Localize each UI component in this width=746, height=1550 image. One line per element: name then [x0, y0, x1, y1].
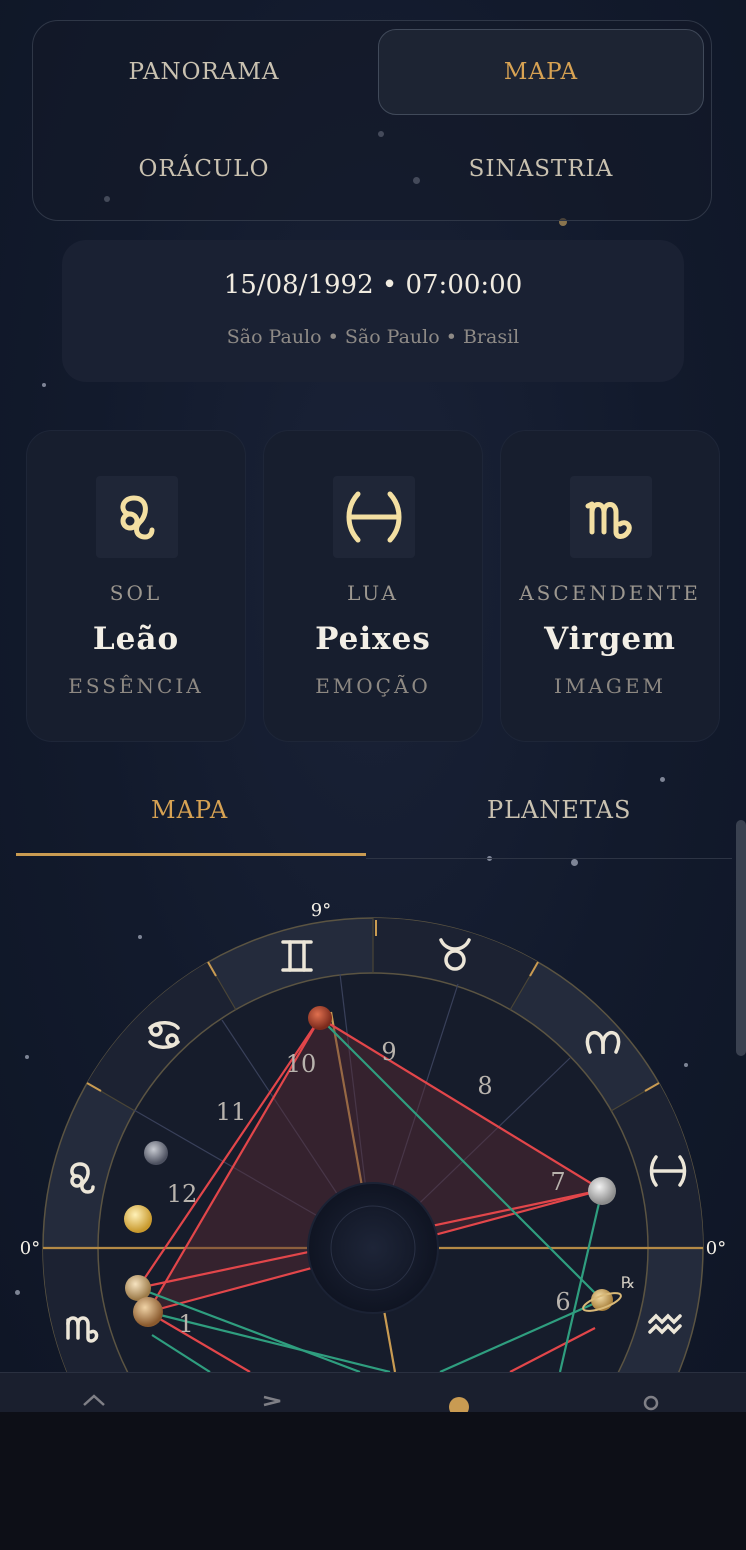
card-kind-label: ASCENDENTE [519, 581, 701, 605]
card-kind-label: LUA [347, 581, 399, 605]
house-number: 9 [381, 1038, 396, 1066]
home-icon[interactable] [80, 1391, 108, 1413]
sun-sign-card[interactable]: SOL Leão ESSÊNCIA [26, 430, 246, 742]
house-number: 6 [555, 1288, 570, 1316]
moon-icon[interactable] [588, 1177, 616, 1205]
top-degree-label: 9° [311, 900, 331, 921]
birth-info-card[interactable]: 15/08/1992 • 07:00:00 São Paulo • São Pa… [62, 240, 684, 382]
tab-active-indicator [16, 853, 366, 856]
card-sign-name: Peixes [315, 621, 431, 657]
natal-chart[interactable]: 9° 0° 0° 1 6 7 8 9 10 11 12 ℞ [0, 880, 746, 1372]
card-sign-name: Leão [92, 621, 180, 657]
card-subtitle: ESSÊNCIA [68, 674, 204, 698]
flag-icon[interactable] [258, 1391, 286, 1413]
right-degree-label: 0° [706, 1238, 726, 1259]
profile-icon[interactable] [637, 1391, 665, 1413]
card-kind-label: SOL [109, 581, 163, 605]
birth-location: São Paulo • São Paulo • Brasil [226, 326, 520, 348]
star [660, 777, 665, 782]
nav-sinastria[interactable]: SINASTRIA [378, 126, 704, 212]
leo-icon [96, 476, 178, 558]
mars-icon[interactable] [308, 1006, 332, 1030]
card-sign-name: Virgem [544, 621, 676, 657]
ascendant-sign-card[interactable]: ASCENDENTE Virgem IMAGEM [500, 430, 720, 742]
star [571, 859, 578, 866]
moon-sign-card[interactable]: LUA Peixes EMOÇÃO [263, 430, 483, 742]
tab-divider [366, 858, 732, 859]
jupiter-icon[interactable] [133, 1297, 163, 1327]
house-number: 10 [286, 1050, 317, 1078]
house-number: 1 [178, 1310, 193, 1338]
card-subtitle: IMAGEM [554, 674, 666, 698]
house-number: 12 [167, 1180, 198, 1208]
house-number: 11 [216, 1098, 247, 1126]
nav-oraculo[interactable]: ORÁCULO [41, 126, 367, 212]
section-nav: PANORAMA MAPA ORÁCULO SINASTRIA [32, 20, 712, 221]
house-number: 8 [477, 1072, 492, 1100]
chart-icon[interactable] [444, 1391, 472, 1413]
bottom-navigation [0, 1372, 746, 1413]
nav-panorama[interactable]: PANORAMA [41, 29, 367, 115]
left-degree-label: 0° [20, 1238, 40, 1259]
sun-icon[interactable] [124, 1205, 152, 1233]
house-number: 7 [550, 1168, 565, 1196]
mercury-icon[interactable] [144, 1141, 168, 1165]
nav-mapa[interactable]: MAPA [378, 29, 704, 115]
pisces-icon [333, 476, 415, 558]
star [42, 383, 46, 387]
chart-center [307, 1182, 439, 1314]
tab-mapa[interactable]: MAPA [151, 796, 228, 824]
birth-datetime: 15/08/1992 • 07:00:00 [223, 270, 523, 300]
system-bar-area [0, 1412, 746, 1550]
virgo-icon [570, 476, 652, 558]
tab-planetas[interactable]: PLANETAS [487, 796, 631, 824]
card-subtitle: EMOÇÃO [315, 674, 431, 698]
retrograde-marker: ℞ [621, 1273, 635, 1292]
